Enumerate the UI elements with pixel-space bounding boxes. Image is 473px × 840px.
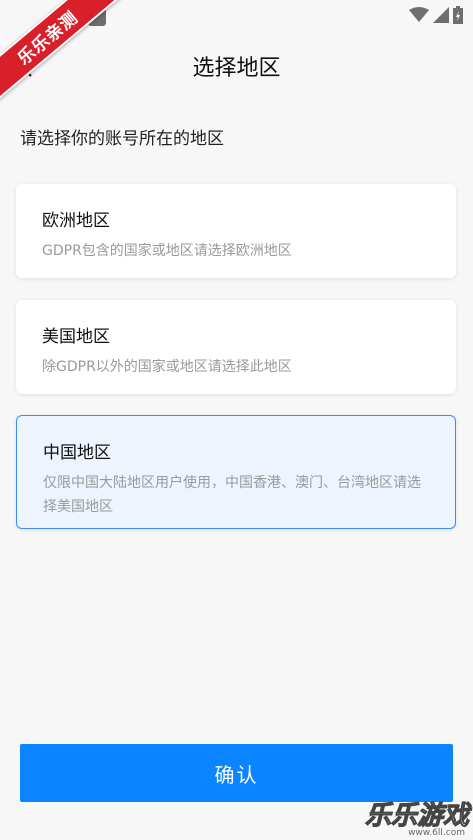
region-name: 欧洲地区 (42, 211, 110, 231)
wifi-icon (409, 7, 429, 22)
region-card-europe[interactable]: 欧洲地区 GDPR包含的国家或地区请选择欧洲地区 (16, 184, 456, 278)
watermark-url: www.6ll.com (408, 828, 465, 838)
region-name: 美国地区 (42, 327, 110, 347)
battery-icon (453, 6, 463, 24)
region-card-usa[interactable]: 美国地区 除GDPR以外的国家或地区请选择此地区 (16, 300, 456, 394)
watermark-logo: 乐乐游戏 (364, 801, 469, 832)
region-description: 除GDPR以外的国家或地区请选择此地区 (42, 359, 292, 375)
region-description: GDPR包含的国家或地区请选择欧洲地区 (42, 243, 292, 259)
status-icons (409, 6, 463, 24)
region-description: 仅限中国大陆地区用户使用，中国香港、澳门、台湾地区请选择美国地区 (43, 475, 421, 515)
page-title: 选择地区 (192, 56, 281, 81)
region-card-china[interactable]: 中国地区 仅限中国大陆地区用户使用，中国香港、澳门、台湾地区请选择美国地区 (16, 415, 456, 529)
region-name: 中国地区 (43, 443, 111, 463)
cell-signal-icon (433, 7, 449, 23)
page-subtitle: 请选择你的账号所在的地区 (20, 129, 224, 149)
confirm-button[interactable]: 确认 (20, 744, 453, 802)
